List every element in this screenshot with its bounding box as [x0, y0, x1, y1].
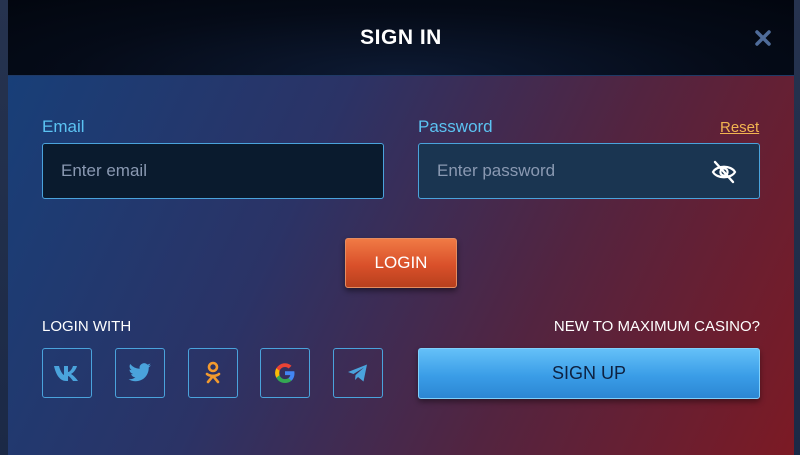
sign-in-modal: SIGN IN Email Password Reset LOGIN LOGIN…	[8, 0, 794, 455]
twitter-icon	[128, 363, 151, 382]
login-button[interactable]: LOGIN	[345, 238, 457, 288]
eye-slash-icon[interactable]	[711, 160, 737, 184]
password-input[interactable]	[437, 161, 695, 181]
close-icon[interactable]	[754, 29, 772, 47]
modal-header: SIGN IN	[8, 0, 794, 76]
vk-login-button[interactable]	[42, 348, 92, 398]
email-label: Email	[42, 117, 85, 136]
google-login-button[interactable]	[260, 348, 310, 398]
sign-up-button[interactable]: SIGN UP	[418, 348, 760, 399]
login-with-label: LOGIN WITH	[42, 318, 132, 335]
odnoklassniki-icon	[205, 361, 221, 384]
telegram-icon	[348, 364, 367, 382]
reset-password-link[interactable]: Reset	[720, 119, 759, 136]
email-input[interactable]	[61, 161, 319, 181]
password-field[interactable]	[418, 143, 760, 199]
telegram-login-button[interactable]	[333, 348, 383, 398]
vk-icon	[54, 366, 78, 381]
email-field[interactable]	[42, 143, 384, 199]
new-to-casino-label: NEW TO MAXIMUM CASINO?	[553, 318, 760, 335]
modal-title: SIGN IN	[360, 25, 442, 49]
google-icon	[275, 363, 295, 383]
password-label: Password	[418, 117, 493, 136]
twitter-login-button[interactable]	[115, 348, 165, 398]
odnoklassniki-login-button[interactable]	[188, 348, 238, 398]
